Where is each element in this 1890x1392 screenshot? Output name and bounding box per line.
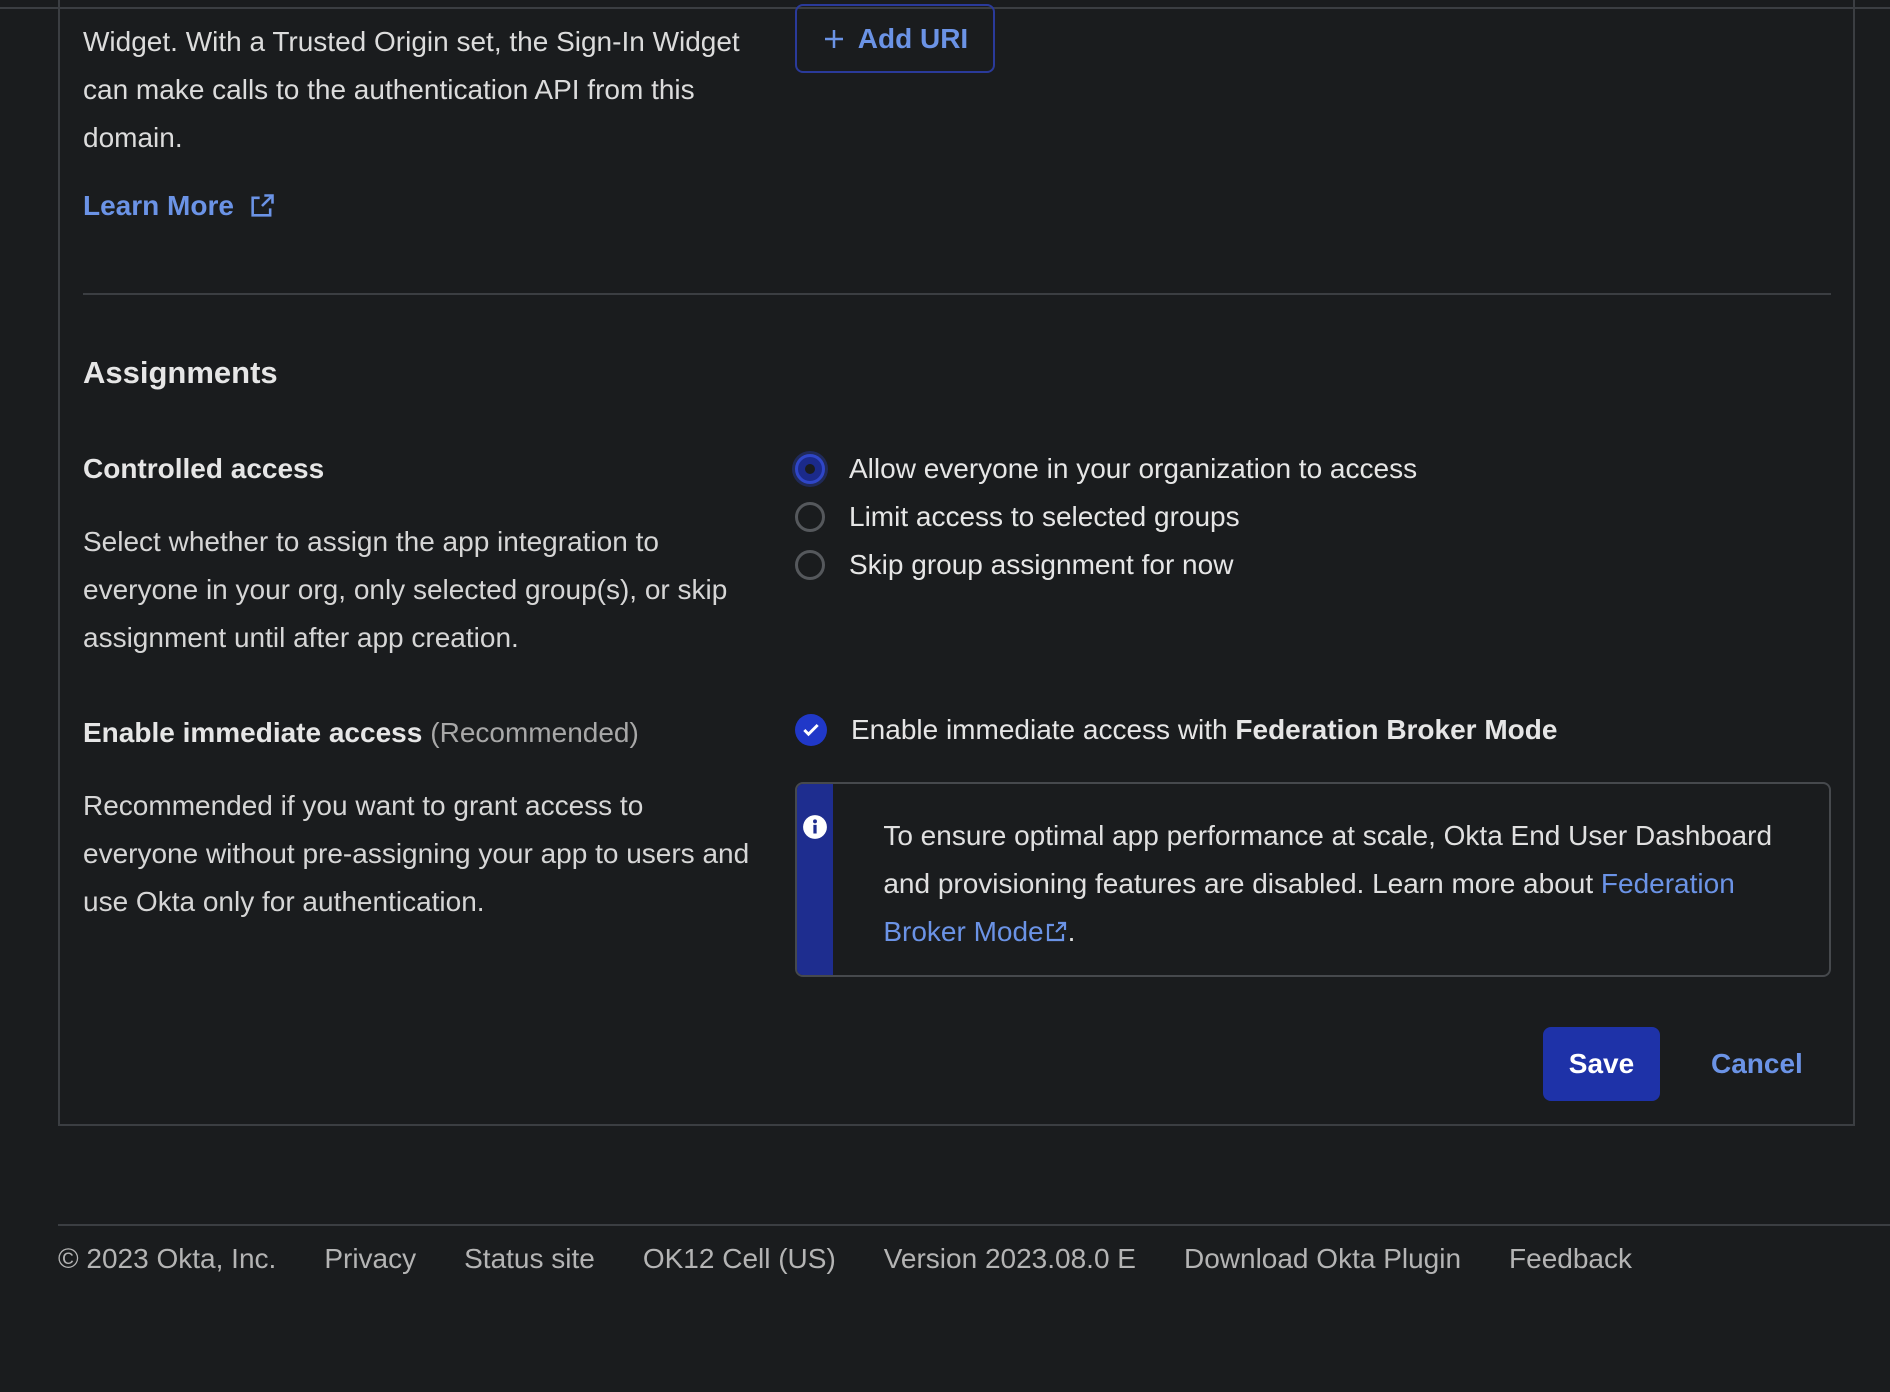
radio-skip-assignment[interactable]: Skip group assignment for now xyxy=(795,549,1233,581)
recommended-tag: (Recommended) xyxy=(430,717,639,748)
radio-limit-groups[interactable]: Limit access to selected groups xyxy=(795,501,1240,533)
footer-plugin-link[interactable]: Download Okta Plugin xyxy=(1184,1243,1461,1275)
plus-icon xyxy=(824,29,843,48)
section-divider xyxy=(83,293,1831,295)
save-button[interactable]: Save xyxy=(1543,1027,1660,1101)
section-title: Assignments xyxy=(83,355,278,390)
controlled-access-label: Controlled access xyxy=(83,453,325,484)
immediate-access-label: Enable immediate access (Recommended) xyxy=(83,717,639,749)
checkbox-label: Enable immediate access with Federation … xyxy=(851,714,1557,746)
footer-version: Version 2023.08.0 E xyxy=(883,1243,1136,1274)
footer-privacy-link[interactable]: Privacy xyxy=(324,1243,416,1275)
checkbox[interactable] xyxy=(795,714,827,746)
checkbox-label-text: Enable immediate access with xyxy=(851,714,1236,745)
radio-button[interactable] xyxy=(795,502,825,532)
footer-divider xyxy=(58,1224,1890,1226)
radio-label: Allow everyone in your organization to a… xyxy=(849,453,1418,484)
footer-status-link[interactable]: Status site xyxy=(464,1243,595,1275)
callout-text: To ensure optimal app performance at sca… xyxy=(833,784,1829,975)
checkbox-label-bold: Federation Broker Mode xyxy=(1235,714,1558,745)
immediate-access-title: Enable immediate access xyxy=(83,717,423,748)
cancel-button[interactable]: Cancel xyxy=(1711,1027,1803,1101)
footer-cell: OK12 Cell (US) xyxy=(642,1243,836,1274)
radio-button[interactable] xyxy=(795,550,825,580)
check-icon xyxy=(803,723,819,737)
external-link-icon xyxy=(1046,921,1066,942)
radio-button[interactable] xyxy=(795,454,825,484)
radio-allow-everyone[interactable]: Allow everyone in your organization to a… xyxy=(795,453,1417,485)
callout-bar xyxy=(797,784,834,975)
radio-label: Skip group assignment for now xyxy=(849,549,1234,580)
footer-copyright: © 2023 Okta, Inc. xyxy=(58,1243,277,1274)
immediate-access-checkbox-row[interactable]: Enable immediate access with Federation … xyxy=(795,714,1557,746)
radio-label: Limit access to selected groups xyxy=(849,501,1240,532)
add-uri-button[interactable]: Add URI xyxy=(795,4,995,73)
external-link-icon xyxy=(251,194,274,217)
learn-more-link[interactable]: Learn More xyxy=(83,190,276,222)
learn-more-label: Learn More xyxy=(83,190,234,221)
add-uri-label: Add URI xyxy=(857,22,969,54)
controlled-access-description: Select whether to assign the app integra… xyxy=(83,526,728,653)
footer-feedback-link[interactable]: Feedback xyxy=(1509,1243,1632,1275)
info-callout: To ensure optimal app performance at sca… xyxy=(795,782,1831,977)
trusted-origin-description: Widget. With a Trusted Origin set, the S… xyxy=(83,26,740,153)
footer: © 2023 Okta, Inc. Privacy Status site OK… xyxy=(58,1243,1632,1275)
immediate-access-description: Recommended if you want to grant access … xyxy=(83,790,750,917)
info-icon xyxy=(803,815,828,839)
callout-end: . xyxy=(1067,916,1076,947)
